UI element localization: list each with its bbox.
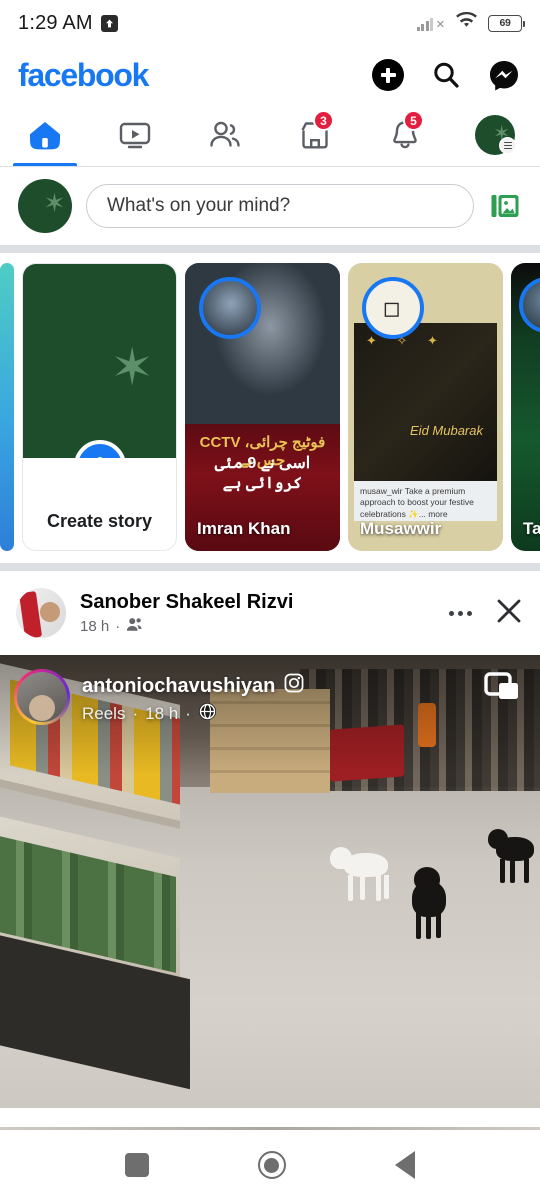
reel-username: antoniochavushiyan	[82, 674, 276, 697]
public-globe-icon	[198, 702, 217, 726]
reel-source-row: Reels · 18 h ·	[82, 702, 304, 726]
reel-timestamp: 18 h	[145, 704, 179, 723]
story-avatar-ring: ◇	[362, 277, 424, 339]
stories-tray[interactable]: ✶ Create story CCTV فوٹیج چرائی، جس نے ا…	[0, 253, 540, 563]
create-story-label: Create story	[23, 458, 176, 550]
home-circle-icon[interactable]	[257, 1151, 286, 1179]
back-triangle-icon[interactable]	[395, 1151, 416, 1179]
tab-menu[interactable]	[450, 104, 540, 166]
wifi-icon	[455, 11, 478, 34]
plus-circle-icon[interactable]	[372, 59, 404, 91]
create-story-background: ✶	[23, 264, 176, 460]
feed-bottom-spacer	[0, 1108, 540, 1128]
story-card-imran-khan[interactable]: CCTV فوٹیج چرائی، جس نے اسی نے 9 مئی کرو…	[185, 263, 340, 551]
reel-author-avatar[interactable]	[14, 669, 70, 725]
search-icon[interactable]	[430, 59, 462, 91]
tab-marketplace[interactable]: 3	[270, 104, 360, 166]
story-author-name: Tabis	[523, 519, 540, 538]
post-timestamp: 18 h	[80, 618, 110, 635]
tab-friends[interactable]	[180, 104, 270, 166]
reel-attribution[interactable]: antoniochavushiyan Reels · 18 h ·	[14, 669, 304, 726]
post-subtitle: 18 h ·	[80, 617, 435, 636]
video-goat-black-center	[400, 867, 466, 939]
section-divider-top	[0, 245, 540, 253]
section-divider-stories	[0, 563, 540, 571]
status-bar-right: ✕ 69	[416, 11, 525, 34]
picture-in-picture-icon[interactable]	[482, 671, 522, 705]
create-story-card[interactable]: ✶ Create story	[22, 263, 177, 551]
post-video-player[interactable]: antoniochavushiyan Reels · 18 h ·	[0, 655, 540, 1125]
close-icon[interactable]	[494, 596, 524, 631]
composer-avatar[interactable]	[18, 179, 72, 233]
tab-notifications[interactable]: 5	[360, 104, 450, 166]
facebook-app-screen: 1:29 AM ✕ 69 facebook 3 5 ✶ ✶ What's on …	[0, 0, 540, 1200]
more-options-icon[interactable]	[449, 610, 472, 616]
photo-gallery-icon[interactable]	[488, 189, 522, 223]
post-composer: What's on your mind?	[0, 167, 540, 245]
story-inner-caption: musaw_wir Take a premium approach to boo…	[354, 481, 497, 521]
status-bar: 1:29 AM ✕ 69	[0, 0, 540, 46]
post-author-name[interactable]: Sanober Shakeel Rizvi	[80, 590, 435, 614]
post-separator: ·	[115, 618, 121, 635]
reel-separator-2: ·	[185, 704, 191, 723]
notifications-badge: 5	[403, 110, 424, 131]
cellular-signal-off-icon: ✕	[416, 16, 445, 31]
star-decoration-icon: ✶	[110, 339, 154, 397]
active-tab-underline	[12, 162, 78, 166]
friends-privacy-icon	[126, 617, 143, 636]
status-bar-time: 1:29 AM	[18, 11, 93, 34]
battery-indicator: 69	[488, 14, 525, 32]
reel-source-label: Reels	[82, 704, 126, 723]
composer-input[interactable]: What's on your mind?	[86, 184, 474, 228]
story-card-musawwir[interactable]: Eid Mubarak musaw_wir Take a premium app…	[348, 263, 503, 551]
recents-square-icon[interactable]	[124, 1153, 149, 1177]
story-inner-image: Eid Mubarak	[354, 323, 497, 481]
post-actions	[449, 596, 524, 631]
navigation-tabs: 3 5	[0, 104, 540, 166]
story-caption-line2: اسی نے 9 مئی کروائی ہے	[214, 455, 311, 492]
tab-home[interactable]	[0, 104, 90, 166]
post-author-avatar[interactable]	[16, 588, 66, 638]
story-author-name: Musawwir	[360, 519, 442, 538]
marketplace-badge: 3	[313, 110, 334, 131]
video-goat-black-right	[488, 827, 540, 889]
hamburger-menu-icon[interactable]	[499, 137, 516, 154]
instagram-icon	[284, 673, 304, 699]
status-bar-left: 1:29 AM	[18, 12, 118, 35]
battery-level: 69	[499, 17, 511, 29]
reel-separator-1: ·	[132, 704, 139, 723]
upload-arrow-icon	[100, 14, 118, 32]
reel-author-meta: antoniochavushiyan Reels · 18 h ·	[82, 669, 304, 726]
story-card-text: Eid Mubarak	[410, 423, 483, 439]
messenger-icon[interactable]	[488, 59, 520, 91]
post-header: Sanober Shakeel Rizvi 18 h ·	[0, 571, 540, 655]
story-author-name: Imran Khan	[197, 519, 291, 538]
reel-username-row: antoniochavushiyan	[82, 673, 304, 699]
tab-video[interactable]	[90, 104, 180, 166]
header-actions	[372, 59, 520, 91]
story-peek-previous[interactable]	[0, 263, 14, 551]
app-header: facebook	[0, 46, 540, 104]
video-goat-white	[330, 843, 396, 907]
story-avatar-ring	[199, 277, 261, 339]
android-navigation-bar	[0, 1130, 540, 1200]
story-card-tabis[interactable]: Tabis	[511, 263, 540, 551]
facebook-logo: facebook	[18, 56, 149, 93]
post-meta: Sanober Shakeel Rizvi 18 h ·	[80, 590, 435, 636]
